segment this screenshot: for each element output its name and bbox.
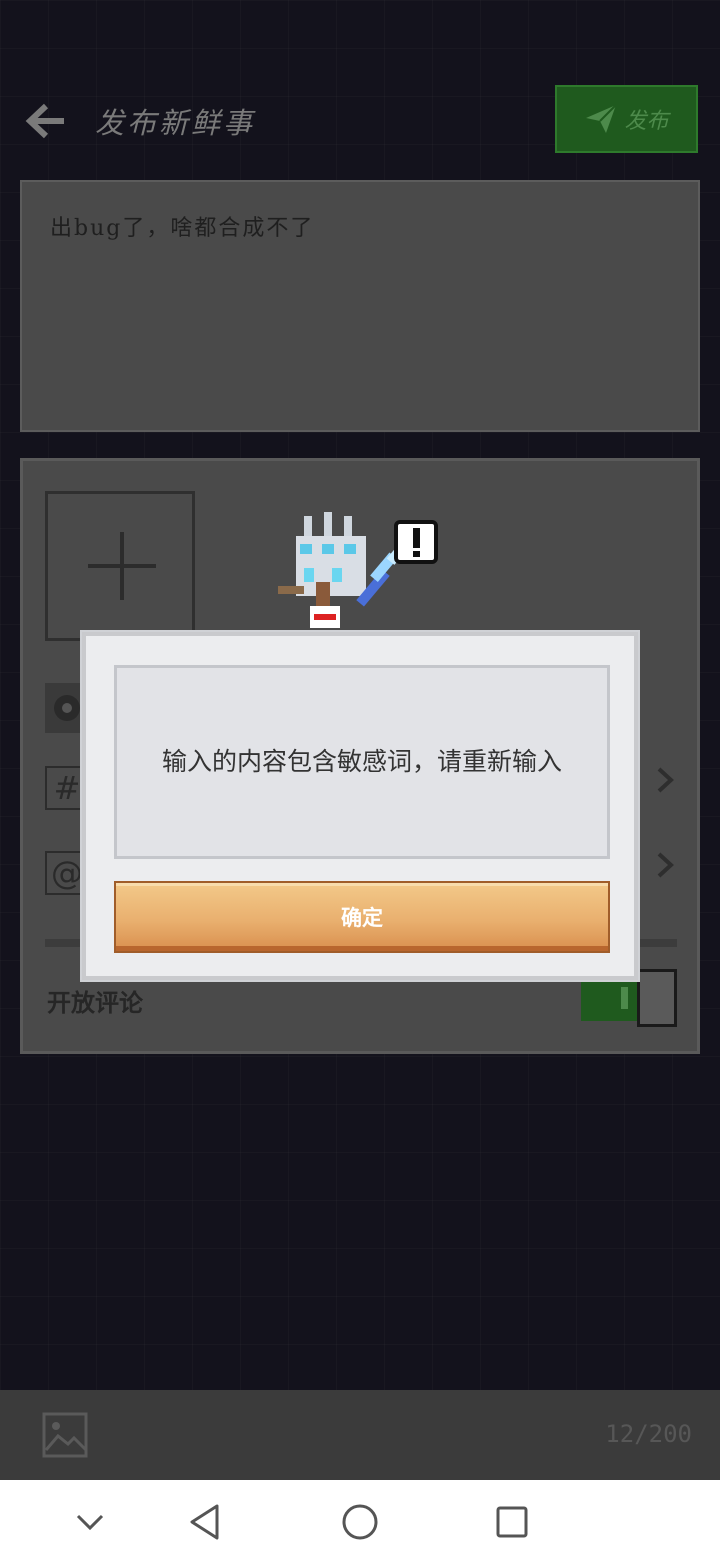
publish-label: 发布 bbox=[624, 109, 669, 134]
confirm-button[interactable]: 确定 bbox=[114, 881, 610, 953]
arrow-left-icon bbox=[25, 103, 64, 139]
character-count: 12/200 bbox=[605, 1420, 692, 1448]
back-button[interactable] bbox=[18, 96, 68, 146]
page-title: 发布新鲜事 bbox=[95, 106, 256, 140]
toggle-thumb bbox=[637, 969, 677, 1027]
chevron-right-icon[interactable] bbox=[653, 765, 677, 795]
circle-home-icon[interactable] bbox=[338, 1500, 382, 1544]
bottom-toolbar: 12/200 bbox=[0, 1390, 720, 1480]
chevron-down-icon[interactable] bbox=[68, 1500, 112, 1544]
square-recents-icon[interactable] bbox=[490, 1500, 534, 1544]
hash-icon: # bbox=[53, 769, 81, 807]
post-content: 出bug了，啥都合成不了 bbox=[50, 216, 315, 241]
publish-button[interactable]: 发布 bbox=[555, 85, 698, 153]
alert-dialog: 输入的内容包含敏感词，请重新输入 确定 bbox=[80, 630, 640, 982]
dialog-message-box: 输入的内容包含敏感词，请重新输入 bbox=[114, 665, 610, 859]
system-nav-bar bbox=[0, 1480, 720, 1560]
post-text-area[interactable]: 出bug了，啥都合成不了 bbox=[20, 180, 700, 432]
at-icon: @ bbox=[51, 854, 83, 892]
top-bar: 发布新鲜事 发布 bbox=[0, 80, 720, 160]
paper-plane-icon bbox=[586, 104, 618, 133]
aperture-icon bbox=[54, 695, 80, 721]
add-image-button[interactable] bbox=[45, 491, 195, 641]
mascot-character-illustration bbox=[278, 512, 438, 628]
comments-label: 开放评论 bbox=[47, 989, 143, 1017]
image-icon[interactable] bbox=[42, 1412, 88, 1458]
toggle-track bbox=[581, 977, 641, 1021]
triangle-back-icon[interactable] bbox=[184, 1500, 228, 1544]
chevron-right-icon[interactable] bbox=[653, 850, 677, 880]
dialog-message: 输入的内容包含敏感词，请重新输入 bbox=[161, 747, 562, 776]
